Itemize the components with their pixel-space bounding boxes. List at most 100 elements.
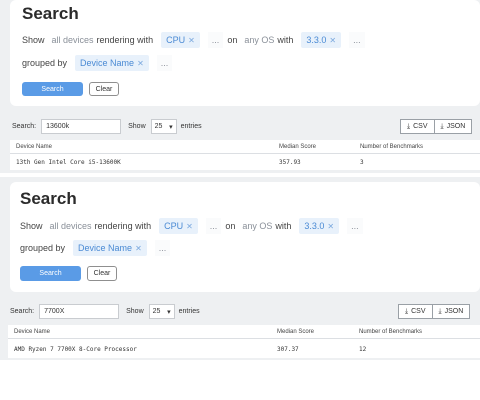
- remove-icon[interactable]: ✕: [327, 222, 334, 231]
- table-row[interactable]: 13th Gen Intel Core i5-13600K 357.93 3: [10, 155, 480, 169]
- version-tag[interactable]: 3.3.0 ✕: [299, 218, 340, 234]
- page-title: Search: [20, 189, 77, 208]
- version-more[interactable]: ...: [347, 218, 363, 234]
- caret-down-icon: ▾: [169, 123, 173, 131]
- show-label: Show: [20, 221, 43, 231]
- filter-row: Show all devices rendering with CPU ✕ ...…: [20, 218, 367, 234]
- version-tag-label: 3.3.0: [306, 35, 327, 45]
- with-label: with: [277, 35, 294, 45]
- caret-down-icon: ▾: [167, 308, 171, 316]
- show-entries-label: Show: [126, 308, 144, 315]
- cell-median-score: 357.93: [279, 158, 301, 166]
- table-search-input[interactable]: 7700X: [39, 304, 120, 319]
- col-median-score-label: Median Score: [277, 329, 315, 335]
- page-title: Search: [22, 4, 79, 23]
- json-label: JSON: [444, 308, 464, 315]
- col-benchmarks[interactable]: Number of Benchmarks: [360, 140, 423, 154]
- search-button[interactable]: Search: [22, 82, 83, 96]
- clear-button[interactable]: Clear: [89, 82, 119, 96]
- group-tag-label: Device Name: [80, 58, 135, 68]
- csv-label: CSV: [411, 308, 426, 315]
- entries-select[interactable]: 25 ▾: [148, 304, 175, 319]
- search-label: Search:: [12, 123, 37, 130]
- search-label: Search:: [10, 308, 35, 315]
- renderer-tag[interactable]: CPU ✕: [159, 218, 198, 234]
- cell-benchmarks: 3: [360, 158, 364, 166]
- device-scope-select[interactable]: all devices: [50, 221, 92, 231]
- entries-value: 25: [154, 123, 163, 130]
- version-tag-label: 3.3.0: [304, 221, 325, 231]
- group-row: grouped by Device Name ✕ ...: [22, 55, 176, 71]
- on-label: on: [225, 221, 236, 231]
- group-more[interactable]: ...: [156, 55, 173, 71]
- export-group: ⤓ CSV ⤓ JSON: [398, 304, 471, 319]
- group-tag-label: Device Name: [78, 243, 133, 253]
- renderer-tag-label: CPU: [166, 35, 186, 45]
- cell-device-name: 13th Gen Intel Core i5-13600K: [16, 158, 121, 166]
- group-tag[interactable]: Device Name ✕: [73, 240, 147, 256]
- filter-row: Show all devices rendering with CPU ✕ ...…: [22, 32, 369, 48]
- search-button[interactable]: Search: [20, 266, 81, 281]
- csv-button[interactable]: ⤓ CSV: [398, 304, 433, 319]
- group-tag[interactable]: Device Name ✕: [75, 55, 149, 71]
- remove-icon[interactable]: ✕: [329, 36, 336, 45]
- csv-button[interactable]: ⤓ CSV: [400, 119, 435, 134]
- col-device-name[interactable]: Device Name: [16, 140, 52, 154]
- remove-icon[interactable]: ✕: [186, 222, 193, 231]
- renderer-tag-label: CPU: [164, 221, 184, 231]
- download-icon: ⤓: [440, 122, 444, 130]
- download-icon: ⤓: [438, 307, 442, 315]
- csv-label: CSV: [413, 123, 428, 130]
- remove-icon[interactable]: ✕: [188, 36, 195, 45]
- entries-value: 25: [152, 308, 161, 315]
- col-benchmarks[interactable]: Number of Benchmarks: [359, 325, 422, 339]
- remove-icon[interactable]: ✕: [135, 244, 142, 253]
- cell-benchmarks: 12: [359, 345, 367, 353]
- entries-label: entries: [180, 123, 202, 130]
- renderer-more[interactable]: ...: [207, 32, 224, 48]
- col-median-score-label: Median Score: [279, 144, 317, 150]
- col-median-score[interactable]: Median Score ⌄: [279, 140, 366, 154]
- table-toolbar: Search: 7700X Show 25 ▾ entries: [10, 304, 200, 319]
- show-entries-label: Show: [128, 123, 146, 130]
- rendering-label: rendering with: [94, 221, 152, 231]
- download-icon: ⤓: [405, 307, 409, 315]
- json-button[interactable]: ⤓ JSON: [432, 304, 471, 319]
- results-table: Device Name Median Score ⌄ Number of Benc…: [10, 140, 480, 170]
- version-tag[interactable]: 3.3.0 ✕: [301, 32, 342, 48]
- screenshot-panel-1: Search Show all devices rendering with C…: [0, 0, 480, 173]
- renderer-more[interactable]: ...: [205, 218, 222, 234]
- search-card: Search Show all devices rendering with C…: [10, 0, 480, 106]
- col-median-score[interactable]: Median Score ⌄: [277, 325, 364, 339]
- results-table: Device Name Median Score ⌄ Number of Benc…: [8, 325, 480, 358]
- renderer-tag[interactable]: CPU ✕: [161, 32, 200, 48]
- group-row: grouped by Device Name ✕ ...: [20, 240, 174, 256]
- grouped-by-label: grouped by: [20, 243, 66, 253]
- json-label: JSON: [446, 123, 466, 130]
- download-icon: ⤓: [407, 122, 411, 130]
- table-header: Device Name Median Score ⌄ Number of Benc…: [10, 140, 480, 154]
- device-scope-select[interactable]: all devices: [52, 35, 94, 45]
- search-card: Search Show all devices rendering with C…: [10, 182, 480, 292]
- show-label: Show: [22, 35, 45, 45]
- clear-button[interactable]: Clear: [87, 266, 117, 281]
- os-scope-select[interactable]: any OS: [242, 221, 272, 231]
- table-header: Device Name Median Score ⌄ Number of Benc…: [8, 325, 480, 339]
- rendering-label: rendering with: [96, 35, 154, 45]
- group-more[interactable]: ...: [154, 240, 171, 256]
- remove-icon[interactable]: ✕: [137, 59, 144, 68]
- json-button[interactable]: ⤓ JSON: [434, 119, 473, 134]
- entries-label: entries: [178, 308, 200, 315]
- col-device-name[interactable]: Device Name: [14, 325, 50, 339]
- table-row[interactable]: AMD Ryzen 7 7700X 8-Core Processor 307.3…: [8, 342, 480, 356]
- cell-median-score: 307.37: [277, 345, 299, 353]
- entries-select[interactable]: 25 ▾: [150, 119, 177, 134]
- grouped-by-label: grouped by: [22, 58, 68, 68]
- os-scope-select[interactable]: any OS: [244, 35, 274, 45]
- table-toolbar: Search: 13600k Show 25 ▾ entries: [12, 119, 202, 134]
- on-label: on: [227, 35, 238, 45]
- with-label: with: [275, 221, 292, 231]
- version-more[interactable]: ...: [349, 32, 365, 48]
- table-search-input[interactable]: 13600k: [41, 119, 122, 134]
- screenshot-panel-2: Search Show all devices rendering with C…: [0, 177, 480, 360]
